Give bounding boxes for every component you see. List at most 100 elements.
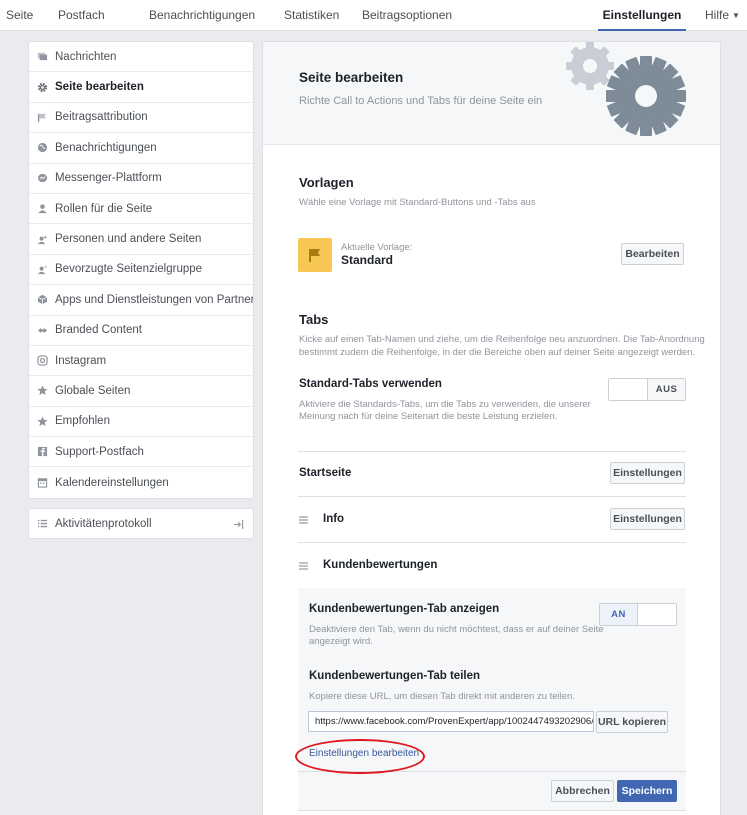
nav-tab-beitragsoptionen[interactable]: Beitragsoptionen [362,0,452,31]
handshake-icon [37,325,48,336]
sidebar-item-label: Rollen für die Seite [55,202,153,215]
sidebar-item-label: Instagram [55,354,107,367]
reviews-share-title: Kundenbewertungen-Tab teilen [309,670,481,682]
nav-tab-postfach[interactable]: Postfach [58,0,105,31]
gear-icon [37,82,48,93]
tabs-heading: Tabs [299,312,329,327]
templates-heading: Vorlagen [299,175,354,190]
settings-sidebar: Nachrichten Seite bearbeiten Beitragsatt… [28,41,254,499]
tabs-description-line1: Kicke auf einen Tab-Namen und ziehe, um … [299,334,705,345]
copy-url-button[interactable]: URL kopieren [596,711,668,733]
sidebar-item-label: Empfohlen [55,415,110,428]
toggle-on-label: AN [600,604,638,625]
person-icon [37,203,48,214]
nav-tab-statistiken[interactable]: Statistiken [284,0,339,31]
info-settings-button[interactable]: Einstellungen [610,508,685,530]
default-tabs-toggle[interactable]: AUS [608,378,686,401]
highlight-annotation [295,739,425,774]
panel-header: Seite bearbeiten Richte Call to Actions … [263,42,720,145]
default-tabs-title: Standard-Tabs verwenden [299,378,442,390]
sidebar-item-messenger-plattform[interactable]: Messenger-Plattform [29,164,253,194]
nav-tab-einstellungen[interactable]: Einstellungen [598,0,686,31]
divider [298,496,686,497]
nav-help-label: Hilfe [705,8,730,22]
current-template-value: Standard [341,253,394,267]
globe-icon [37,142,48,153]
gears-icon [566,42,686,136]
drag-handle-icon[interactable] [299,516,308,524]
sidebar-item-kalender[interactable]: Kalendereinstellungen [29,467,253,497]
page-subtitle: Richte Call to Actions und Tabs für dein… [299,95,543,107]
nav-help-menu[interactable]: Hilfe ▼ [705,0,740,31]
flag-icon [309,249,320,262]
facebook-icon [37,446,48,457]
sidebar-item-benachrichtigungen[interactable]: Benachrichtigungen [29,133,253,164]
toggle-knob [609,379,647,400]
toggle-knob [638,604,676,625]
divider [298,451,686,452]
star-icon [37,416,48,427]
exit-icon [233,519,244,530]
sidebar-item-aktivitaetenprotokoll[interactable]: Aktivitätenprotokoll [28,508,254,539]
template-icon [298,238,332,272]
cancel-button[interactable]: Abbrechen [551,780,614,802]
sidebar-item-support-postfach[interactable]: Support-Postfach [29,437,253,468]
reviews-show-desc-line2: angezeigt wird. [309,636,373,647]
messenger-icon [37,173,48,184]
tab-row-kundenbewertungen[interactable]: Kundenbewertungen [323,559,437,571]
sidebar-item-label: Messenger-Plattform [55,172,162,185]
reviews-url-field[interactable]: https://www.facebook.com/ProvenExpert/ap… [308,711,594,732]
sidebar-item-beitragsattribution[interactable]: Beitragsattribution [29,103,253,134]
reviews-settings-panel: Kundenbewertungen-Tab anzeigen Deaktivie… [298,588,686,810]
sidebar-item-apps-partner[interactable]: Apps und Dienstleistungen von Partnern [29,285,253,316]
star-icon [37,385,48,396]
tab-row-info[interactable]: Info [323,513,344,525]
reviews-show-title: Kundenbewertungen-Tab anzeigen [309,603,500,615]
sidebar-item-label: Nachrichten [55,50,117,63]
sidebar-item-rollen[interactable]: Rollen für die Seite [29,194,253,225]
nav-tab-benachrichtigungen[interactable]: Benachrichtigungen [149,0,255,31]
sidebar-item-seite-bearbeiten[interactable]: Seite bearbeiten [29,72,253,103]
sidebar-item-globale-seiten[interactable]: Globale Seiten [29,376,253,407]
sidebar-item-zielgruppe[interactable]: Bevorzugte Seitenzielgruppe [29,255,253,286]
messages-icon [37,51,48,62]
cube-icon [37,294,48,305]
sidebar-item-empfohlen[interactable]: Empfohlen [29,407,253,438]
sidebar-item-label: Personen und andere Seiten [55,233,202,246]
page-title: Seite bearbeiten [299,70,404,85]
sidebar-item-label: Bevorzugte Seitenzielgruppe [55,263,203,276]
sidebar-item-instagram[interactable]: Instagram [29,346,253,377]
startseite-settings-button[interactable]: Einstellungen [610,462,685,484]
sidebar-item-label: Apps und Dienstleistungen von Partnern [55,293,253,306]
flag-icon [37,112,48,123]
drag-handle-icon[interactable] [299,562,308,570]
reviews-share-desc: Kopiere diese URL, um diesen Tab direkt … [309,691,575,702]
sidebar-item-label: Beitragsattribution [55,111,148,124]
tab-row-startseite[interactable]: Startseite [299,467,351,479]
nav-tab-seite[interactable]: Seite [6,0,33,31]
reviews-show-toggle[interactable]: AN [599,603,677,626]
person-add-icon [37,234,48,245]
calendar-icon [37,477,48,488]
sidebar-item-branded-content[interactable]: Branded Content [29,316,253,346]
sidebar-item-label: Aktivitätenprotokoll [55,517,152,530]
save-button[interactable]: Speichern [617,780,677,802]
divider [298,542,686,543]
sidebar-item-label: Globale Seiten [55,384,131,397]
chevron-down-icon: ▼ [732,11,740,20]
sidebar-item-label: Kalendereinstellungen [55,476,169,489]
list-icon [37,518,48,529]
top-navigation: Seite Postfach Benachrichtigungen Statis… [0,0,747,31]
sidebar-item-label: Branded Content [55,324,142,337]
divider [298,810,686,811]
edit-template-button[interactable]: Bearbeiten [621,243,684,265]
sidebar-item-nachrichten[interactable]: Nachrichten [29,42,253,73]
audience-icon [37,264,48,275]
instagram-icon [37,355,48,366]
sidebar-item-label: Seite bearbeiten [55,81,144,94]
default-tabs-desc-line2: Meinung nach für deine Seitenart die bes… [299,411,558,422]
toggle-off-label: AUS [647,379,685,400]
templates-description: Wähle eine Vorlage mit Standard-Buttons … [299,197,536,208]
edit-page-panel: Seite bearbeiten Richte Call to Actions … [262,41,721,815]
sidebar-item-personen[interactable]: Personen und andere Seiten [29,224,253,255]
